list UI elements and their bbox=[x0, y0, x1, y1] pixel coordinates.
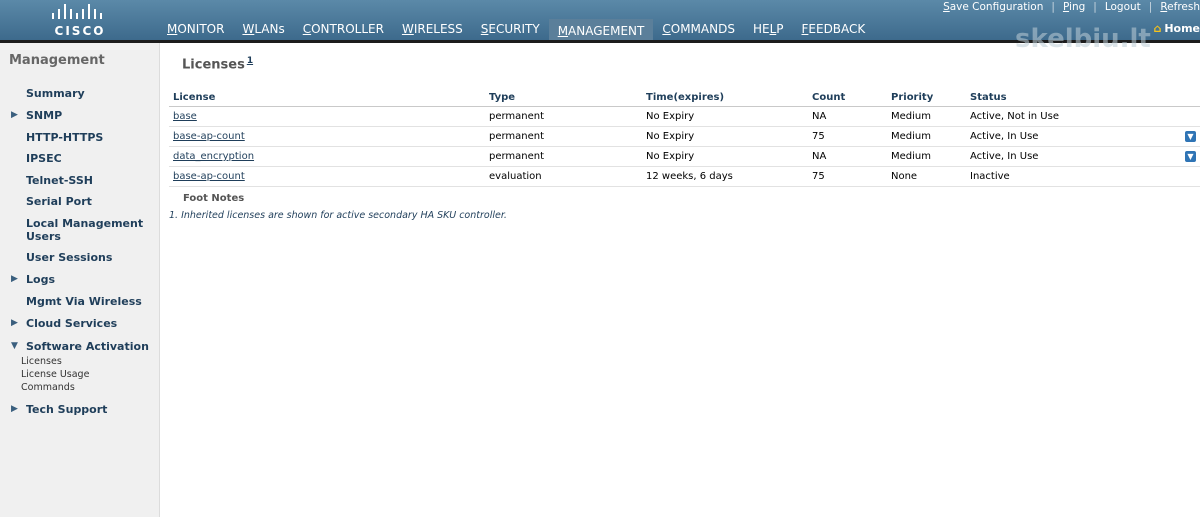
count-cell: 75 bbox=[808, 166, 887, 187]
time-cell: No Expiry bbox=[642, 146, 808, 167]
column-header-license: License bbox=[169, 89, 485, 107]
table-row: base-ap-count permanent No Expiry 75 Med… bbox=[169, 126, 1200, 147]
priority-cell: Medium bbox=[887, 146, 966, 167]
sidebar-item-logs[interactable]: Logs bbox=[26, 273, 55, 286]
collapse-arrow-icon[interactable]: ▼ bbox=[11, 340, 18, 353]
footnotes-title: Foot Notes bbox=[183, 193, 245, 204]
footnote-ref-link[interactable]: 1 bbox=[247, 56, 253, 66]
status-cell: Active, In Use bbox=[966, 126, 1174, 147]
main-nav: MONITOR WLANs CONTROLLER WIRELESS SECURI… bbox=[158, 19, 875, 43]
cisco-bars-icon bbox=[52, 4, 102, 19]
priority-cell: Medium bbox=[887, 106, 966, 127]
sidebar-item-user-sessions[interactable]: User Sessions bbox=[26, 251, 112, 264]
count-cell: NA bbox=[808, 106, 887, 127]
sidebar-item-tech-support[interactable]: Tech Support bbox=[26, 403, 107, 416]
page-title: Licenses 1 bbox=[182, 56, 253, 72]
sidebar-item-telnet-ssh[interactable]: Telnet-SSH bbox=[26, 174, 93, 187]
license-link[interactable]: base bbox=[173, 111, 197, 122]
row-dropdown-icon[interactable]: ▼ bbox=[1185, 131, 1196, 142]
expand-arrow-icon[interactable]: ▶ bbox=[11, 317, 18, 330]
cisco-logo: CISCO bbox=[47, 3, 113, 38]
column-header-time: Time(expires) bbox=[642, 89, 808, 107]
column-header-type: Type bbox=[485, 89, 642, 107]
type-cell: evaluation bbox=[485, 166, 642, 187]
sidebar-subitem-licenses[interactable]: Licenses bbox=[21, 356, 62, 368]
nav-feedback[interactable]: FEEDBACK bbox=[793, 19, 875, 40]
time-cell: No Expiry bbox=[642, 126, 808, 147]
license-link[interactable]: base-ap-count bbox=[173, 171, 245, 182]
refresh-link[interactable]: Refresh bbox=[1152, 0, 1200, 14]
count-cell: NA bbox=[808, 146, 887, 167]
column-header-status: Status bbox=[966, 89, 1174, 107]
table-row: base-ap-count evaluation 12 weeks, 6 day… bbox=[169, 166, 1200, 187]
home-label: Home bbox=[1164, 22, 1200, 35]
logout-link[interactable]: Logout bbox=[1097, 0, 1149, 14]
sidebar-item-summary[interactable]: Summary bbox=[26, 87, 85, 100]
table-row: data_encryption permanent No Expiry NA M… bbox=[169, 146, 1200, 167]
sidebar-item-cloud-services[interactable]: Cloud Services bbox=[26, 317, 117, 330]
ping-link[interactable]: Ping bbox=[1055, 0, 1093, 14]
table-header-row: License Type Time(expires) Count Priorit… bbox=[169, 89, 1200, 107]
table-row: base permanent No Expiry NA Medium Activ… bbox=[169, 106, 1200, 127]
sidebar-item-software-activation[interactable]: Software Activation bbox=[26, 340, 149, 353]
expand-arrow-icon[interactable]: ▶ bbox=[11, 403, 18, 416]
sidebar-item-ipsec[interactable]: IPSEC bbox=[26, 152, 62, 165]
column-header-priority: Priority bbox=[887, 89, 966, 107]
actions-cell bbox=[1174, 106, 1200, 127]
page-title-text: Licenses bbox=[182, 57, 245, 73]
sidebar-item-local-management-users[interactable]: Local Management Users bbox=[26, 217, 151, 243]
sidebar-subitem-commands[interactable]: Commands bbox=[21, 382, 75, 394]
licenses-table: License Type Time(expires) Count Priorit… bbox=[169, 89, 1200, 187]
sidebar-title: Management bbox=[9, 53, 105, 68]
footnote-text: 1. Inherited licenses are shown for acti… bbox=[169, 210, 507, 221]
save-configuration-link[interactable]: Save Configuration bbox=[935, 0, 1051, 14]
column-header-actions bbox=[1174, 89, 1200, 107]
nav-monitor[interactable]: MONITOR bbox=[158, 19, 233, 40]
expand-arrow-icon[interactable]: ▶ bbox=[11, 273, 18, 286]
top-links: Save Configuration | Ping | Logout | Ref… bbox=[935, 0, 1200, 14]
row-dropdown-icon[interactable]: ▼ bbox=[1185, 151, 1196, 162]
home-link[interactable]: ⌂ Home bbox=[1153, 22, 1200, 36]
nav-commands[interactable]: COMMANDS bbox=[653, 19, 744, 40]
sidebar-item-mgmt-via-wireless[interactable]: Mgmt Via Wireless bbox=[26, 295, 142, 308]
priority-cell: None bbox=[887, 166, 966, 187]
status-cell: Active, In Use bbox=[966, 146, 1174, 167]
type-cell: permanent bbox=[485, 106, 642, 127]
actions-cell bbox=[1174, 166, 1200, 187]
type-cell: permanent bbox=[485, 146, 642, 167]
license-link[interactable]: base-ap-count bbox=[173, 131, 245, 142]
time-cell: 12 weeks, 6 days bbox=[642, 166, 808, 187]
column-header-count: Count bbox=[808, 89, 887, 107]
status-cell: Active, Not in Use bbox=[966, 106, 1174, 127]
time-cell: No Expiry bbox=[642, 106, 808, 127]
nav-security[interactable]: SECURITY bbox=[472, 19, 549, 40]
watermark: skelbiu.lt bbox=[1015, 24, 1151, 54]
nav-help[interactable]: HELP bbox=[744, 19, 793, 40]
status-cell: Inactive bbox=[966, 166, 1174, 187]
expand-arrow-icon[interactable]: ▶ bbox=[11, 109, 18, 122]
type-cell: permanent bbox=[485, 126, 642, 147]
cisco-wordmark: CISCO bbox=[54, 24, 106, 38]
sidebar: Management Summary ▶ SNMP HTTP-HTTPS IPS… bbox=[0, 43, 160, 517]
nav-wireless[interactable]: WIRELESS bbox=[393, 19, 472, 40]
sidebar-item-http-https[interactable]: HTTP-HTTPS bbox=[26, 131, 103, 144]
sidebar-item-snmp[interactable]: SNMP bbox=[26, 109, 62, 122]
nav-wlans[interactable]: WLANs bbox=[233, 19, 293, 40]
license-link[interactable]: data_encryption bbox=[173, 151, 254, 162]
nav-controller[interactable]: CONTROLLER bbox=[294, 19, 393, 40]
sidebar-subitem-license-usage[interactable]: License Usage bbox=[21, 369, 89, 381]
home-icon: ⌂ bbox=[1153, 22, 1162, 35]
priority-cell: Medium bbox=[887, 126, 966, 147]
sidebar-item-serial-port[interactable]: Serial Port bbox=[26, 195, 92, 208]
count-cell: 75 bbox=[808, 126, 887, 147]
